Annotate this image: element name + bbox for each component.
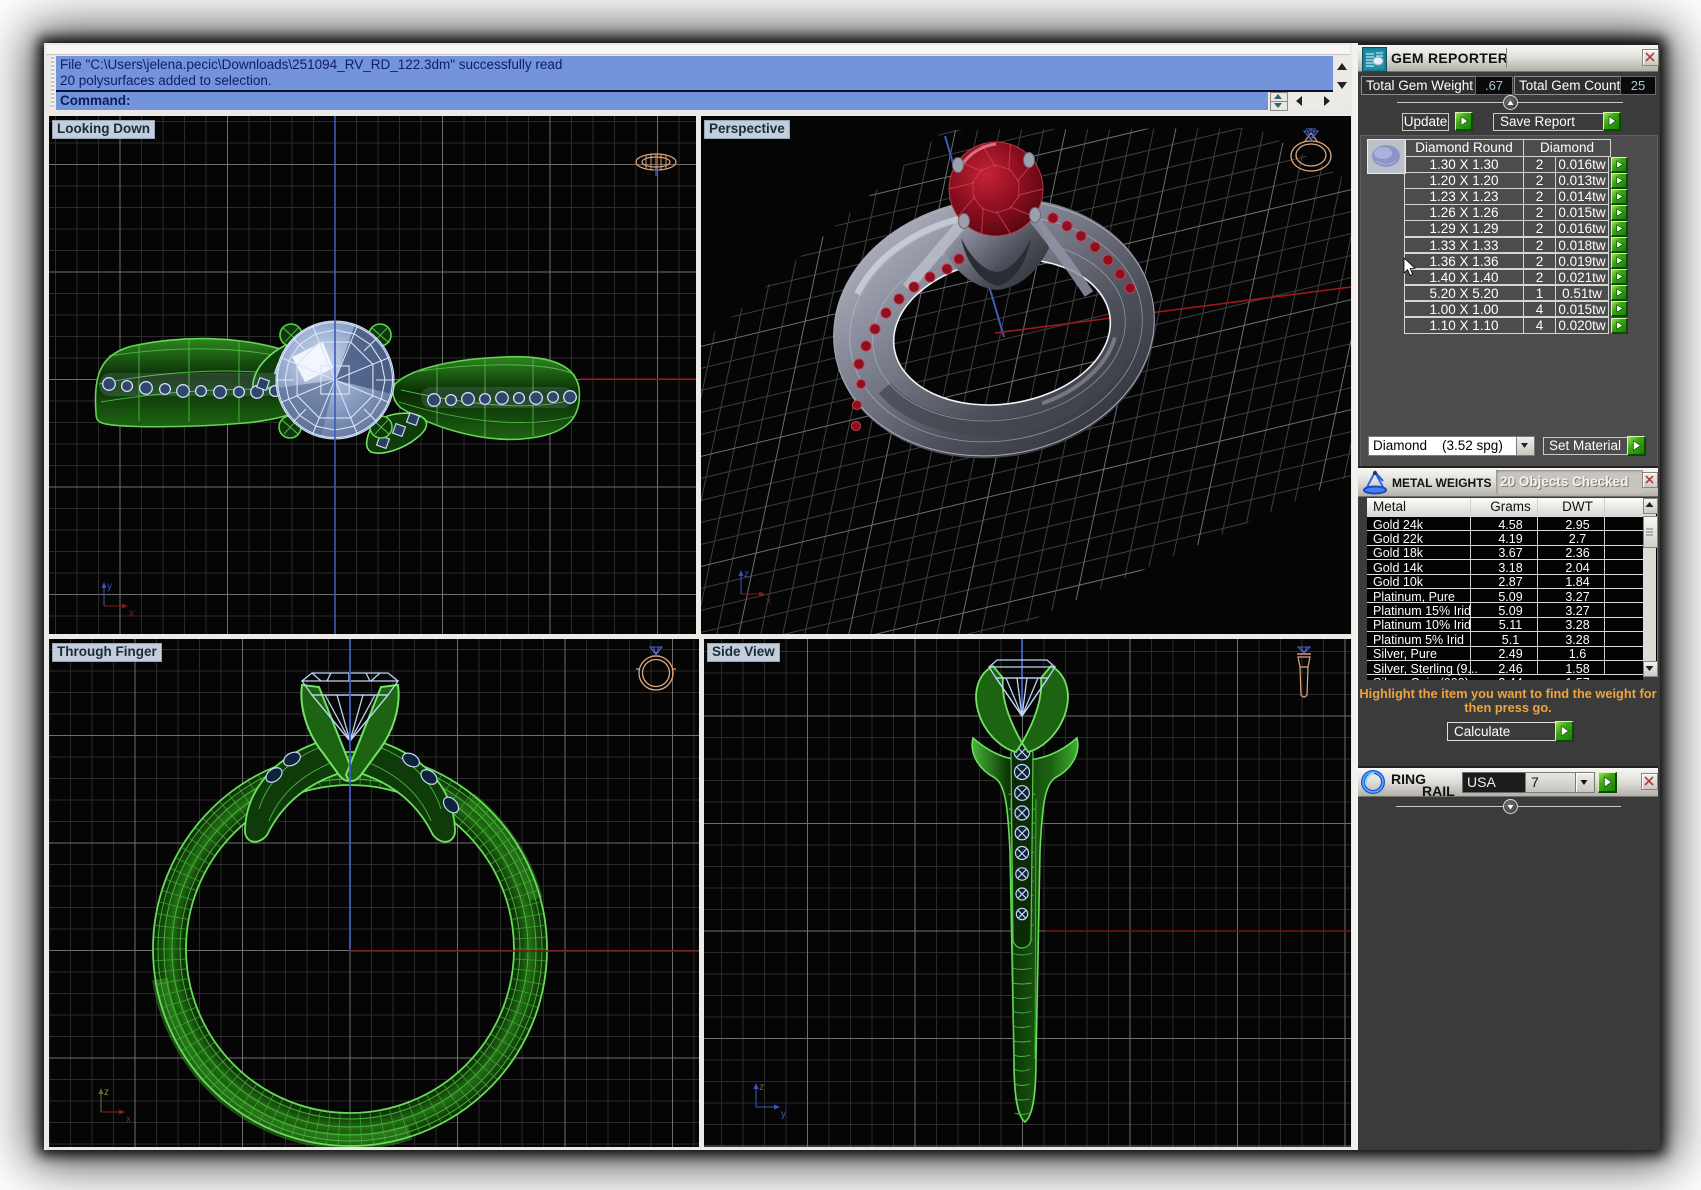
svg-text:x: x (126, 1114, 131, 1125)
svg-text:x: x (129, 608, 134, 619)
svg-text:z: z (759, 1082, 764, 1093)
svg-text:y: y (107, 581, 112, 592)
svg-text:z: z (104, 1087, 109, 1098)
svg-text:x: x (766, 596, 771, 607)
svg-text:y: y (781, 1109, 786, 1120)
svg-text:z: z (744, 569, 749, 580)
